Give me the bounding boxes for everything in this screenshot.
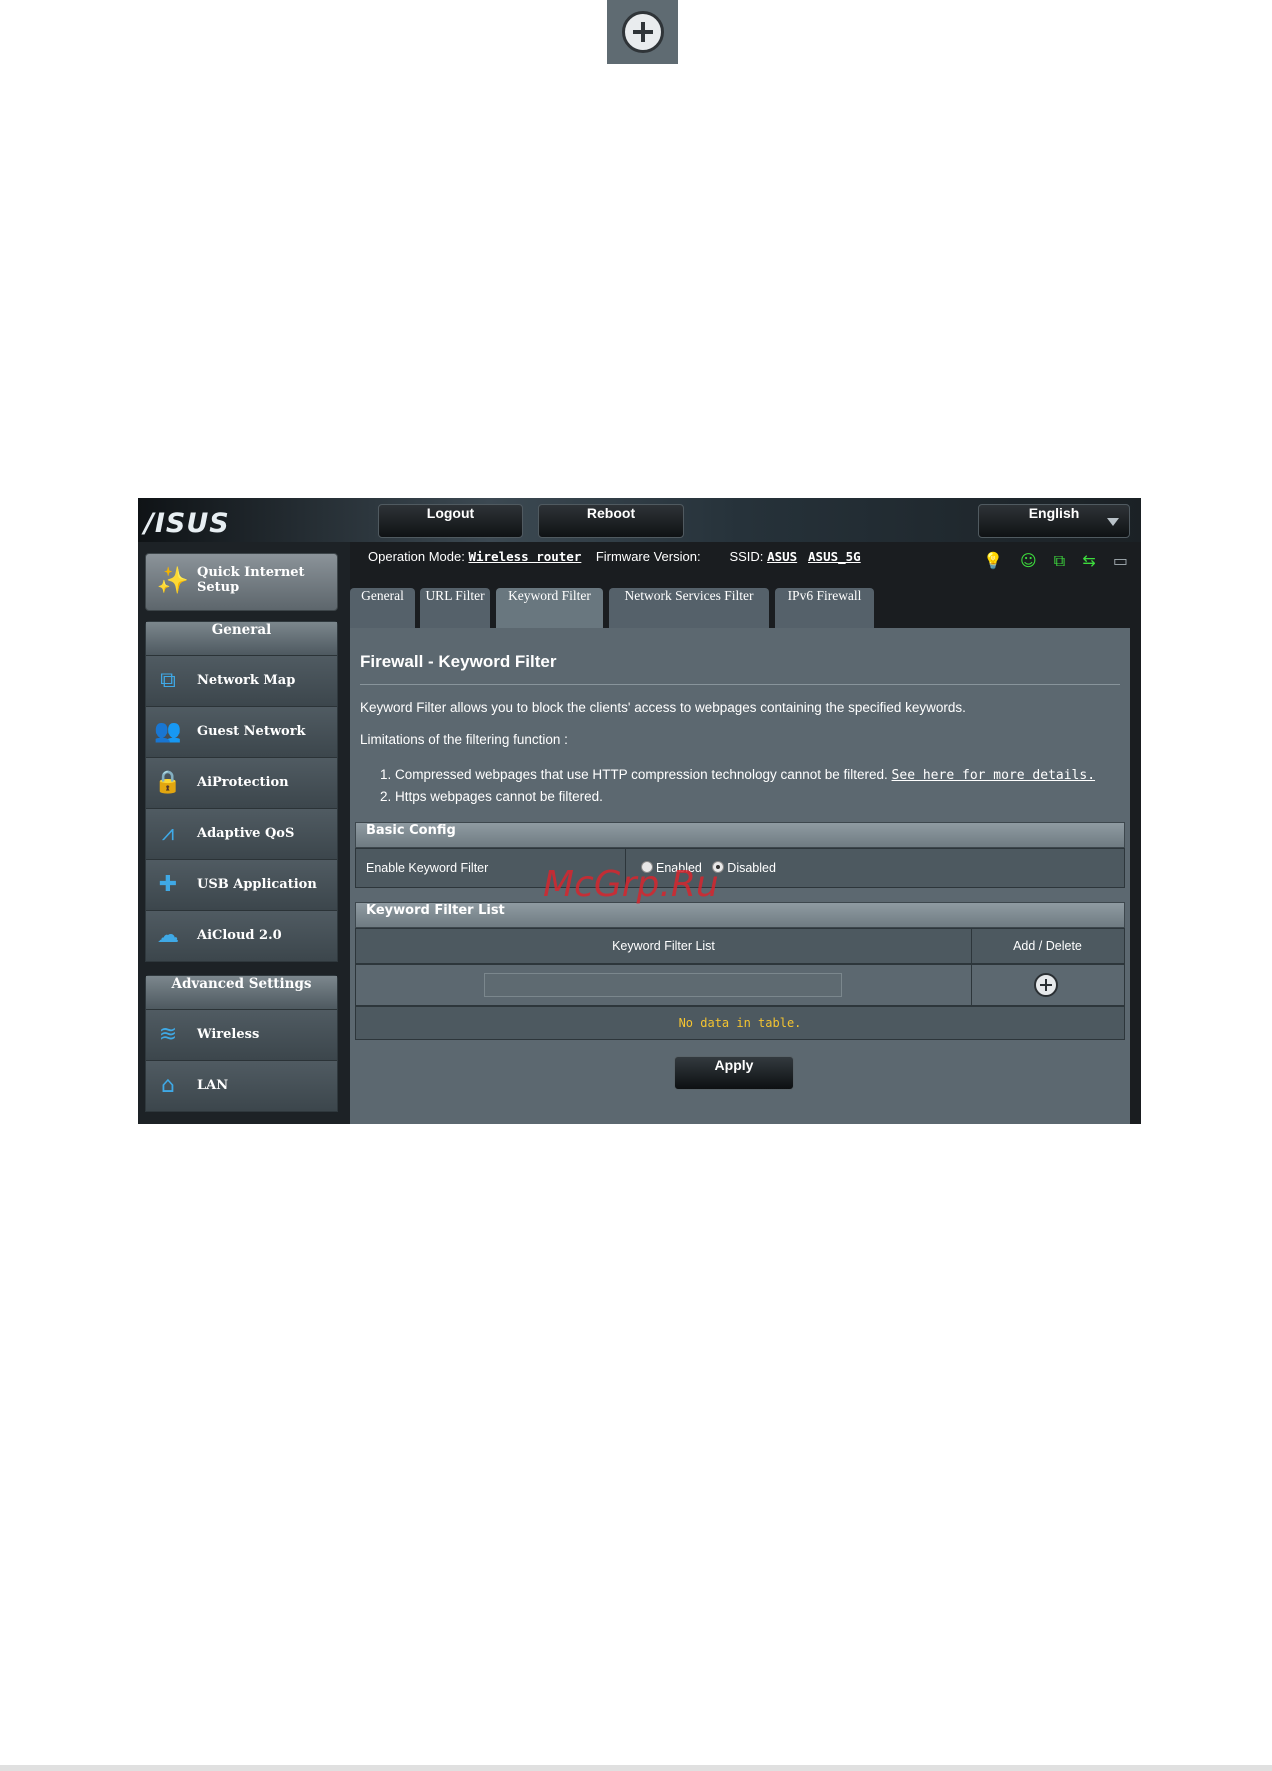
limitation-item-1: 1. Compressed webpages that use HTTP com…: [380, 767, 1095, 783]
sidebar-item-aicloud[interactable]: ☁ AiCloud 2.0: [146, 910, 337, 961]
magic-wand-icon: ✨: [156, 566, 190, 596]
tab-keyword-filter[interactable]: Keyword Filter: [496, 588, 603, 628]
language-label: English: [1028, 505, 1080, 521]
enable-keyword-filter-row: Enable Keyword Filter Enabled Disabled: [355, 848, 1125, 888]
page-bottom-strip: [0, 1765, 1272, 1771]
lock-icon: 🔒: [154, 770, 182, 795]
home-icon: ⌂: [161, 1073, 175, 1098]
keyword-list-header: Keyword Filter List: [355, 902, 1125, 928]
tab-general[interactable]: General: [350, 588, 415, 628]
sidebar-item-guest-network[interactable]: 👥 Guest Network: [146, 706, 337, 757]
advanced-settings-menu: Advanced Settings ≋ Wireless ⌂ LAN: [145, 975, 338, 1112]
sidebar-item-label: Network Map: [197, 673, 296, 688]
sidebar-item-network-map[interactable]: ⧉ Network Map: [146, 655, 337, 706]
sidebar-item-label: LAN: [197, 1078, 229, 1093]
add-keyword-icon[interactable]: [1034, 973, 1058, 997]
add-icon-large: [607, 0, 678, 64]
guest-network-icon: 👥: [154, 719, 182, 744]
col-keyword-filter-list: Keyword Filter List: [612, 939, 715, 953]
language-select[interactable]: English: [978, 504, 1130, 538]
general-menu: General ⧉ Network Map 👥 Guest Network 🔒 …: [145, 621, 338, 962]
limitation-item-2: 2. Https webpages cannot be filtered.: [380, 789, 603, 804]
keyword-input-row: [355, 964, 1125, 1006]
ssid-link-2[interactable]: ASUS_5G: [808, 549, 861, 564]
col-add-delete: Add / Delete: [1013, 939, 1082, 953]
sidebar-item-label: USB Application: [197, 877, 317, 892]
ssid-link-1[interactable]: ASUS: [767, 549, 797, 564]
sidebar-item-lan[interactable]: ⌂ LAN: [146, 1060, 337, 1111]
sidebar-item-label: Guest Network: [197, 724, 306, 739]
tab-url-filter[interactable]: URL Filter: [420, 588, 490, 628]
limitation-text-1: 1. Compressed webpages that use HTTP com…: [380, 767, 888, 782]
divider: [360, 684, 1120, 685]
page-title: Firewall - Keyword Filter: [360, 652, 557, 671]
devices-icon[interactable]: ⧉: [1054, 551, 1065, 570]
tab-ipv6-firewall[interactable]: IPv6 Firewall: [775, 588, 874, 628]
op-mode-link[interactable]: Wireless router: [468, 549, 581, 564]
sidebar-item-label: AiProtection: [197, 775, 289, 790]
reboot-button[interactable]: Reboot: [538, 504, 684, 538]
quick-internet-setup-button[interactable]: ✨ Quick Internet Setup: [145, 553, 338, 611]
sidebar: ✨ Quick Internet Setup General ⧉ Network…: [138, 542, 350, 1124]
ssid-label: SSID:: [729, 549, 764, 564]
firmware-label: Firmware Version:: [595, 549, 701, 564]
limitations-label: Limitations of the filtering function :: [360, 732, 568, 747]
basic-config-header: Basic Config: [355, 822, 1125, 848]
no-data-message: No data in table.: [678, 1016, 802, 1030]
chevron-down-icon: [1107, 518, 1119, 526]
puzzle-icon: ✚: [158, 872, 178, 897]
description-text: Keyword Filter allows you to block the c…: [360, 700, 966, 715]
logout-button[interactable]: Logout: [378, 504, 523, 538]
tab-network-services-filter[interactable]: Network Services Filter: [609, 588, 769, 628]
keyword-list-column-header: Keyword Filter List Add / Delete: [355, 928, 1125, 964]
keyword-input[interactable]: [484, 973, 842, 997]
content-panel: Firewall - Keyword Filter Keyword Filter…: [350, 628, 1130, 1124]
asus-logo: /ISUS: [144, 508, 230, 539]
plus-circle-icon: [621, 11, 664, 53]
sidebar-item-label: AiCloud 2.0: [197, 928, 282, 943]
column-divider: [971, 965, 972, 1005]
general-menu-header: General: [146, 622, 337, 655]
cloud-icon: ☁: [157, 923, 179, 948]
apply-button[interactable]: Apply: [674, 1056, 794, 1090]
radio-disabled-label: Disabled: [727, 861, 776, 875]
top-bar: /ISUS Logout Reboot English: [138, 498, 1141, 542]
status-icons: 💡 ☺ ⧉ ⇆ ▭: [983, 551, 1140, 571]
status-line: Operation Mode: Wireless router Firmware…: [368, 549, 861, 564]
router-ui-screenshot: /ISUS Logout Reboot English ✨ Quick Inte…: [138, 498, 1141, 1124]
network-map-icon: ⧉: [160, 668, 176, 693]
bulb-icon[interactable]: 💡: [983, 551, 1003, 570]
empty-table-row: No data in table.: [355, 1006, 1125, 1040]
advanced-settings-header: Advanced Settings: [146, 976, 337, 1009]
quick-setup-label: Quick Internet Setup: [197, 565, 305, 595]
details-link[interactable]: See here for more details.: [892, 768, 1096, 783]
op-mode-label: Operation Mode:: [368, 549, 465, 564]
sidebar-item-usb-application[interactable]: ✚ USB Application: [146, 859, 337, 910]
usb-icon[interactable]: ⇆: [1082, 551, 1095, 570]
sidebar-item-wireless[interactable]: ≋ Wireless: [146, 1009, 337, 1060]
sidebar-item-adaptive-qos[interactable]: ⩘ Adaptive QoS: [146, 808, 337, 859]
qos-icon: ⩘: [161, 821, 175, 846]
sidebar-item-label: Adaptive QoS: [197, 826, 295, 841]
wifi-icon: ≋: [158, 1022, 178, 1047]
printer-icon[interactable]: ▭: [1113, 551, 1128, 570]
sidebar-item-label: Wireless: [197, 1027, 260, 1042]
sidebar-item-aiprotection[interactable]: 🔒 AiProtection: [146, 757, 337, 808]
watermark: McGrp.Ru: [543, 864, 719, 905]
clients-icon[interactable]: ☺: [1020, 551, 1037, 570]
